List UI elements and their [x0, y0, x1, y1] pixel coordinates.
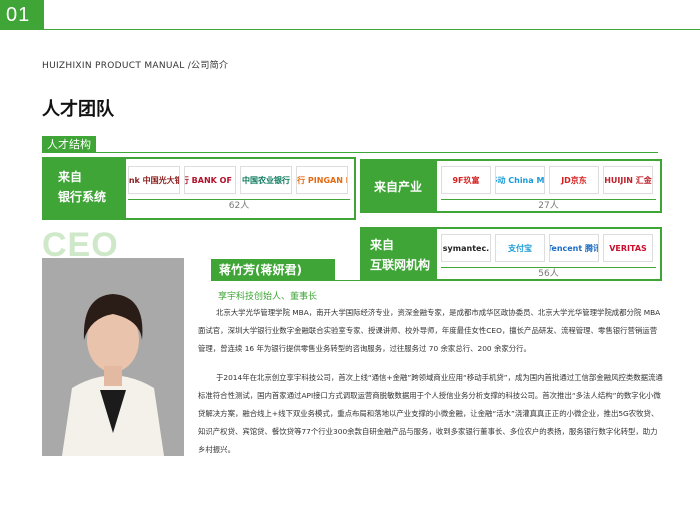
internet-label-line2: 互联网机构 — [370, 258, 431, 272]
header-title: HUIZHIXIN PRODUCT MANUAL /公司简介 — [42, 61, 229, 71]
industry-group: 来自产业 9F玖富中国移动 China MobileJD京东HUIJIN 汇金 … — [360, 159, 662, 213]
bank-label-line1: 来自 — [58, 170, 83, 184]
bank-logos: Bank 中国光大银行中国银行 BANK OF CHINA中国农业银行平安银行 … — [128, 166, 348, 194]
subsection-divider — [42, 152, 658, 153]
ceo-photo — [42, 258, 184, 456]
bank-count: 62人 — [128, 199, 350, 211]
symantec-logo: symantec. — [441, 234, 491, 262]
9f-logo: 9F玖富 — [441, 166, 491, 194]
subsection-tab: 人才结构 — [42, 136, 96, 153]
internet-count: 56人 — [441, 267, 656, 279]
internet-label-line1: 来自 — [370, 238, 395, 252]
jd-logo: JD京东 — [549, 166, 599, 194]
bank-of-china-logo: 中国银行 BANK OF CHINA — [184, 166, 236, 194]
industry-count: 27人 — [441, 199, 656, 211]
industry-group-label: 来自产业 — [362, 161, 437, 211]
ceo-role: 享宇科技创始人、董事长 — [218, 292, 318, 302]
internet-logos: symantec. 支付宝 Tencent 腾讯 VERITAS — [441, 234, 653, 262]
ceo-bio-paragraph-2: 于2014年在北京创立享宇科技公司，首次上线“通信+金融”跨领域商业应用“移动手… — [198, 373, 663, 454]
agricultural-bank-logo: 中国农业银行 — [240, 166, 292, 194]
ceo-name-divider — [211, 280, 366, 281]
ceo-portrait-icon — [42, 258, 184, 456]
tencent-logo: Tencent 腾讯 — [549, 234, 599, 262]
alipay-logo: 支付宝 — [495, 234, 545, 262]
page-number: 01 — [0, 0, 44, 30]
huijin-logo: HUIJIN 汇金 — [603, 166, 653, 194]
internet-group: 来自 互联网机构 symantec. 支付宝 Tencent 腾讯 VERITAS 5… — [360, 227, 662, 281]
bank-group-label: 来自 银行系统 — [44, 159, 126, 218]
internet-group-label: 来自 互联网机构 — [362, 229, 437, 279]
bank-group: 来自 银行系统 Bank 中国光大银行中国银行 BANK OF CHINA中国农… — [42, 157, 356, 220]
everbright-bank-logo: Bank 中国光大银行 — [128, 166, 180, 194]
industry-logos: 9F玖富中国移动 China MobileJD京东HUIJIN 汇金 — [441, 166, 653, 194]
ceo-name: 蒋竹芳(蒋妍君) — [211, 259, 335, 281]
industry-label: 来自产业 — [374, 180, 423, 194]
section-title: 人才团队 — [42, 99, 114, 120]
bank-label-line2: 银行系统 — [58, 190, 107, 204]
china-mobile-logo: 中国移动 China Mobile — [495, 166, 545, 194]
veritas-logo: VERITAS — [603, 234, 653, 262]
ceo-bio-paragraph-1: 北京大学光华管理学院 MBA，南开大学国际经济专业，资深金融专家，是成都市成华区… — [198, 308, 661, 353]
pingan-bank-logo: 平安银行 PINGAN BANK — [296, 166, 348, 194]
header-divider — [44, 29, 700, 30]
